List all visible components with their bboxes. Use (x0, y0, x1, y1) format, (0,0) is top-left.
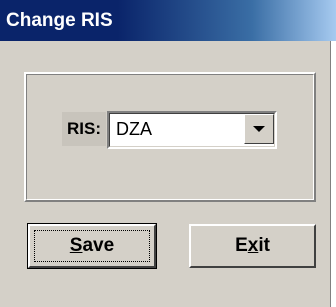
exit-label-rest: it (258, 235, 270, 256)
ris-select[interactable]: DZA (107, 111, 277, 149)
exit-button-label: Exit (235, 235, 270, 256)
save-button[interactable]: Save (27, 223, 157, 269)
chevron-down-icon (253, 126, 265, 132)
change-ris-dialog: Change RIS RIS: DZA Save Exit (0, 0, 336, 307)
ris-dropdown-button[interactable] (244, 114, 274, 144)
exit-label-first: E (235, 235, 248, 256)
ris-label: RIS: (62, 112, 106, 146)
window-title: Change RIS (0, 0, 336, 41)
window-edge (331, 41, 336, 307)
save-mnemonic: S (69, 235, 83, 256)
save-button-label: Save (70, 235, 114, 256)
exit-button[interactable]: Exit (189, 224, 316, 268)
exit-mnemonic: x (247, 235, 259, 256)
save-label-rest: ave (82, 235, 115, 256)
ris-select-value: DZA (116, 119, 152, 139)
